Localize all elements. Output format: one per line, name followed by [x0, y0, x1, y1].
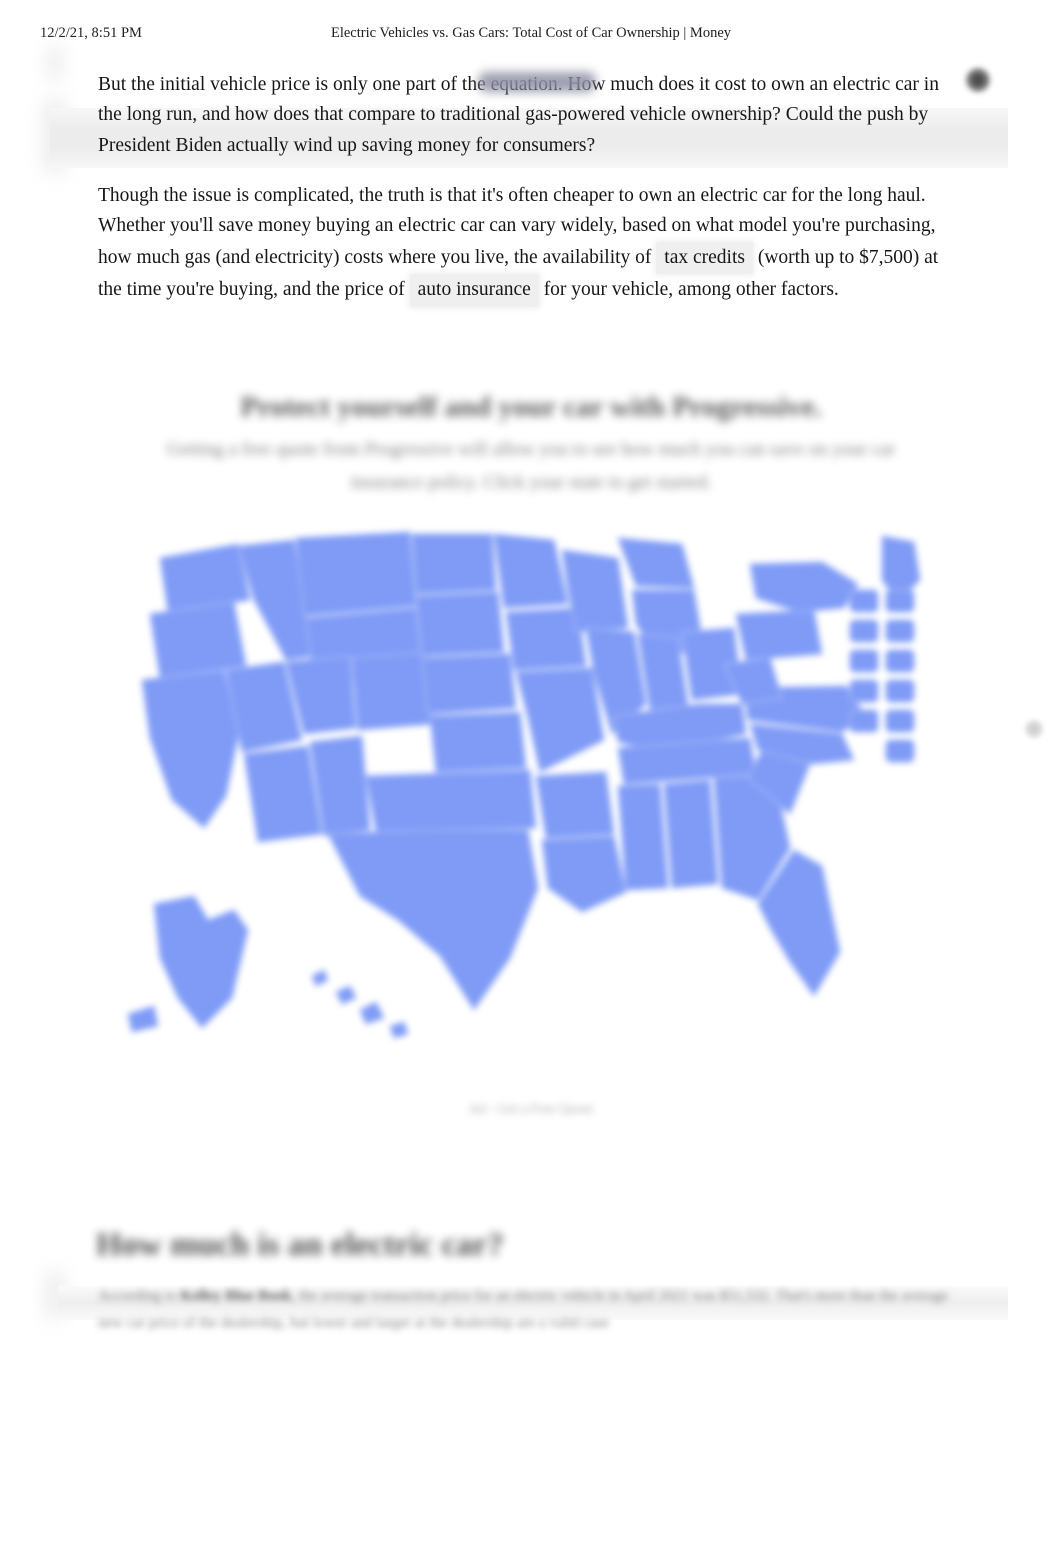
close-icon[interactable]	[1024, 719, 1044, 739]
ad-headline: Protect yourself and your car with Progr…	[240, 391, 822, 423]
article-paragraph-1: But the initial vehicle price is only on…	[98, 73, 939, 156]
article-paragraph-3: According to Kelley Blue Book, the avera…	[98, 1283, 960, 1337]
article-paragraph-2: Though the issue is complicated, the tru…	[98, 181, 960, 307]
link-auto-insurance[interactable]: auto insurance	[409, 274, 539, 307]
paragraph-2-text-c: for your vehicle, among other factors.	[543, 279, 839, 300]
gutter-artifact	[44, 100, 66, 172]
ad-subheadline: Getting a free quote from Progressive wi…	[166, 439, 896, 493]
us-map[interactable]	[98, 528, 964, 1048]
progressive-advertisement[interactable]: Protect yourself and your car with Progr…	[98, 378, 1044, 1148]
gutter-artifact	[48, 46, 62, 80]
more-options-icon[interactable]	[964, 66, 992, 94]
ad-caption: Ad - Get a Free Quote	[468, 1102, 594, 1117]
paragraph-3-lead: According to	[98, 1288, 177, 1304]
link-tax-credits[interactable]: tax credits	[656, 241, 753, 274]
paragraph-3-source: Kelley Blue Book	[180, 1288, 292, 1304]
section-heading: How much is an electric car?	[96, 1227, 504, 1264]
gutter-artifact	[46, 1272, 64, 1318]
article-content: But the initial vehicle price is only on…	[0, 0, 1062, 1561]
